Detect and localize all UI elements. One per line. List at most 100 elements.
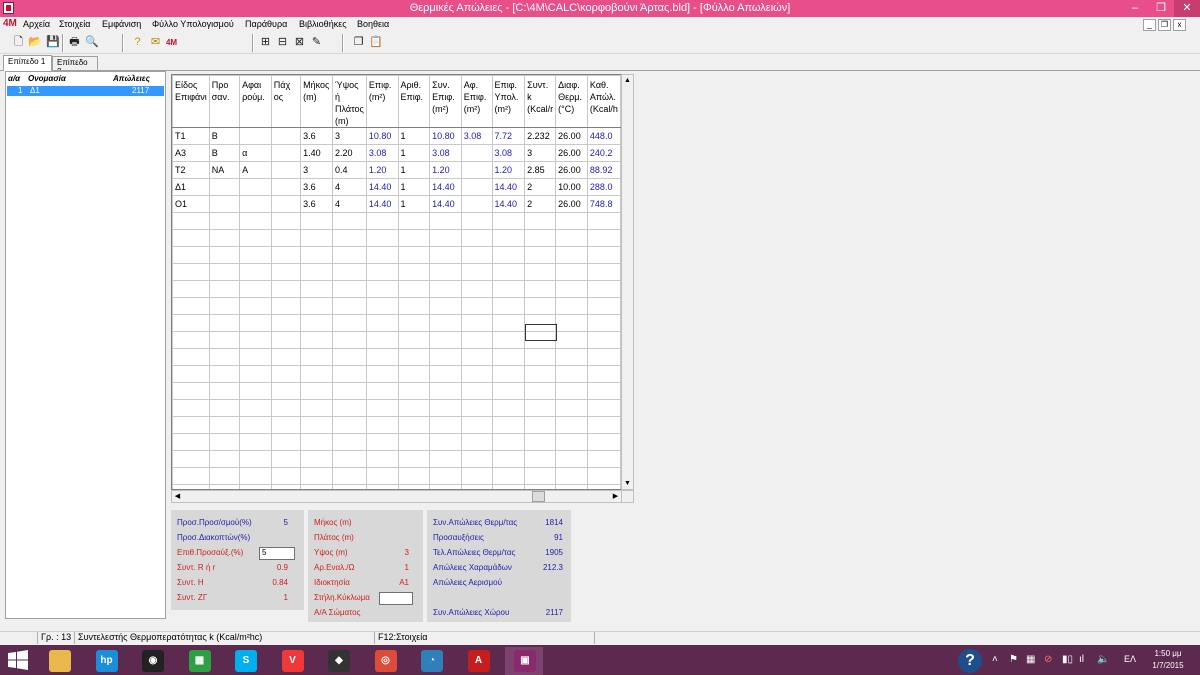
taskbar-app-button[interactable]: hp xyxy=(87,647,125,675)
grid-cell[interactable] xyxy=(524,246,557,264)
open-folder-icon[interactable]: 📂 xyxy=(27,35,42,50)
grid-cell[interactable] xyxy=(239,467,272,485)
room-list-panel[interactable] xyxy=(5,71,166,619)
grid-cell[interactable] xyxy=(397,297,431,315)
grid-cell[interactable]: 3.08 xyxy=(491,144,526,162)
grid-cell[interactable] xyxy=(332,212,367,230)
grid-cell[interactable] xyxy=(460,433,493,451)
grid-cell[interactable] xyxy=(460,382,493,400)
grid-cell[interactable] xyxy=(524,365,557,383)
grid-cell[interactable] xyxy=(397,229,431,247)
grid-cell[interactable] xyxy=(524,399,557,417)
column-header[interactable]: Αφ. Επιφ. (m²) xyxy=(460,75,493,128)
grid-cell[interactable] xyxy=(270,450,302,468)
grid-cell[interactable]: 7.72 xyxy=(491,127,526,145)
grid-cell[interactable] xyxy=(555,331,588,349)
grid-cell[interactable] xyxy=(586,348,621,366)
grid-cell[interactable] xyxy=(239,416,272,434)
menu-windows[interactable]: Παράθυρα xyxy=(245,19,287,29)
column-header[interactable]: Προ σαν. xyxy=(208,75,241,128)
title-bar[interactable]: Θερμικές Απώλειες - [C:\4M\CALC\κορφοβού… xyxy=(0,0,1200,17)
grid-cell[interactable] xyxy=(172,382,210,400)
table-row[interactable] xyxy=(172,433,621,451)
scroll-left-icon[interactable]: ◀ xyxy=(172,491,183,502)
list-item[interactable]: 1 Δ1 2117 xyxy=(7,86,164,96)
grid-cell[interactable] xyxy=(586,331,621,349)
grid-cell[interactable] xyxy=(429,331,462,349)
grid-cell[interactable] xyxy=(491,348,526,366)
grid-cell[interactable] xyxy=(300,212,334,230)
grid-cell[interactable] xyxy=(270,212,302,230)
column-header[interactable]: Διαφ. Θερμ. (°C) xyxy=(555,75,588,128)
grid-cell[interactable] xyxy=(239,365,272,383)
grid-cell[interactable] xyxy=(555,365,588,383)
grid-cell[interactable]: 14.40 xyxy=(491,195,526,213)
grid-cell[interactable] xyxy=(208,280,241,298)
table-row[interactable] xyxy=(172,297,621,315)
grid-cell[interactable]: 10.80 xyxy=(429,127,462,145)
grid-cell[interactable] xyxy=(365,212,399,230)
grid-cell[interactable] xyxy=(397,467,431,485)
grid-cell[interactable] xyxy=(300,450,334,468)
grid-cell[interactable] xyxy=(491,382,526,400)
grid-cell[interactable] xyxy=(270,195,302,213)
grid-cell[interactable] xyxy=(586,246,621,264)
column-header[interactable]: Επιφ. Υπολ. (m²) xyxy=(491,75,526,128)
grid-cell[interactable] xyxy=(460,331,493,349)
grid-cell[interactable] xyxy=(172,331,210,349)
grid-cell[interactable] xyxy=(332,263,367,281)
grid-cell[interactable]: 3 xyxy=(300,161,334,179)
grid-cell[interactable] xyxy=(491,246,526,264)
grid-cell[interactable] xyxy=(365,467,399,485)
table-row[interactable] xyxy=(172,229,621,247)
grid-cell[interactable] xyxy=(429,297,462,315)
grid-cell[interactable] xyxy=(365,331,399,349)
grid-cell[interactable] xyxy=(239,399,272,417)
taskbar-app-button[interactable]: S xyxy=(226,647,264,675)
grid-cell[interactable] xyxy=(491,229,526,247)
table-row[interactable] xyxy=(172,450,621,468)
grid-cell[interactable] xyxy=(172,348,210,366)
grid-cell[interactable] xyxy=(239,246,272,264)
grid-cell[interactable]: 14.40 xyxy=(491,178,526,196)
grid-cell[interactable] xyxy=(429,348,462,366)
grid-cell[interactable] xyxy=(397,382,431,400)
grid-cell[interactable] xyxy=(270,416,302,434)
grid-cell[interactable] xyxy=(270,433,302,451)
grid-cell[interactable] xyxy=(239,280,272,298)
loss-sheet-grid[interactable]: Είδος Επιφάνι Προ σαν. Αφαι ρούμ. Πάχ ος Μήκ… xyxy=(171,74,622,490)
grid-cell[interactable] xyxy=(365,450,399,468)
grid-cell[interactable] xyxy=(239,450,272,468)
grid-cell[interactable]: 10.00 xyxy=(555,178,588,196)
grid-cell[interactable] xyxy=(172,229,210,247)
grid-cell[interactable] xyxy=(429,399,462,417)
help-icon[interactable]: ? xyxy=(130,35,145,50)
grid-cell[interactable] xyxy=(332,331,367,349)
grid-cell[interactable]: Ο1 xyxy=(172,195,210,213)
grid-cell[interactable] xyxy=(429,382,462,400)
grid-cell[interactable] xyxy=(555,297,588,315)
grid-cell[interactable]: 3.6 xyxy=(300,195,334,213)
grid-cell[interactable]: 14.40 xyxy=(429,178,462,196)
grid-cell[interactable] xyxy=(555,314,588,332)
grid-cell[interactable]: 240.2 xyxy=(586,144,621,162)
table-row[interactable] xyxy=(172,212,621,230)
grid-cell[interactable] xyxy=(524,450,557,468)
save-icon[interactable]: 💾 xyxy=(45,35,60,50)
grid-cell[interactable] xyxy=(208,314,241,332)
grid-cell[interactable] xyxy=(460,212,493,230)
grid-cell[interactable] xyxy=(460,195,493,213)
grid-cell[interactable] xyxy=(332,229,367,247)
selected-cell[interactable] xyxy=(525,324,557,341)
grid-cell[interactable] xyxy=(460,246,493,264)
grid-cell[interactable] xyxy=(239,263,272,281)
taskbar-app-button[interactable]: ◉ xyxy=(133,647,171,675)
grid-cell[interactable] xyxy=(586,263,621,281)
horizontal-scrollbar[interactable]: ◀ ▶ xyxy=(171,490,622,503)
grid-cell[interactable] xyxy=(365,348,399,366)
grid-cell[interactable] xyxy=(208,263,241,281)
grid-cell[interactable] xyxy=(429,263,462,281)
grid-cell[interactable] xyxy=(270,280,302,298)
grid-cell[interactable] xyxy=(239,178,272,196)
menu-help[interactable]: Βοηθεια xyxy=(357,19,389,29)
